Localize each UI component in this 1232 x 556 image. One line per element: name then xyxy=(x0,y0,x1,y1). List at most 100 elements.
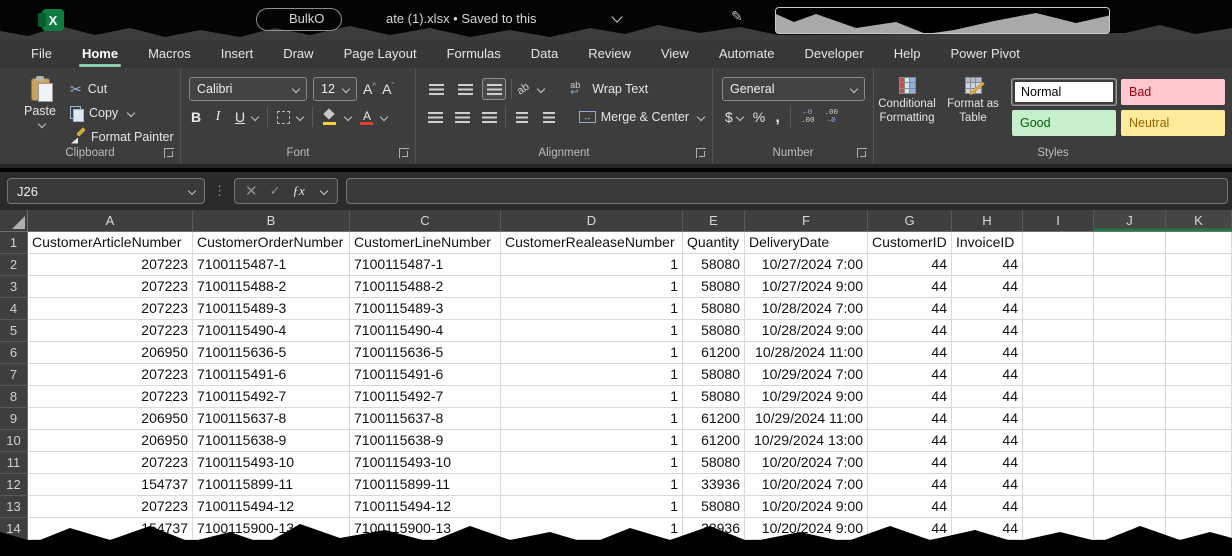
cell-G11[interactable]: 44 xyxy=(868,452,952,474)
cell-I10[interactable] xyxy=(1023,430,1094,452)
increase-decimal-button[interactable]: ←0.00 xyxy=(801,109,815,125)
cell-B10[interactable]: 7100115638-9 xyxy=(193,430,350,452)
format-painter-button[interactable]: Format Painter xyxy=(66,126,178,148)
copy-chevron-icon[interactable] xyxy=(127,109,135,117)
tab-developer[interactable]: Developer xyxy=(791,41,876,67)
style-good[interactable]: Good xyxy=(1012,110,1116,136)
cell-J11[interactable] xyxy=(1094,452,1166,474)
cell-K1[interactable] xyxy=(1166,232,1232,254)
cell-C13[interactable]: 7100115494-12 xyxy=(350,496,501,518)
cell-I13[interactable] xyxy=(1023,496,1094,518)
bold-button[interactable]: B xyxy=(189,109,203,125)
cell-D3[interactable]: 1 xyxy=(501,276,683,298)
cell-B7[interactable]: 7100115491-6 xyxy=(193,364,350,386)
font-size-select[interactable]: 12 xyxy=(313,77,357,101)
cell-I12[interactable] xyxy=(1023,474,1094,496)
cell-A13[interactable]: 207223 xyxy=(28,496,193,518)
cell-A6[interactable]: 206950 xyxy=(28,342,193,364)
decrease-decimal-button[interactable]: .00→0 xyxy=(825,109,839,125)
cell-J6[interactable] xyxy=(1094,342,1166,364)
row-header-9[interactable]: 9 xyxy=(0,408,28,430)
cell-J8[interactable] xyxy=(1094,386,1166,408)
style-bad[interactable]: Bad xyxy=(1121,79,1225,105)
column-header-A[interactable]: A xyxy=(28,210,193,232)
cell-H12[interactable]: 44 xyxy=(952,474,1023,496)
cell-F2[interactable]: 10/27/2024 7:00 xyxy=(745,254,868,276)
cell-H6[interactable]: 44 xyxy=(952,342,1023,364)
font-color-icon[interactable]: A xyxy=(360,109,374,125)
cell-F11[interactable]: 10/20/2024 7:00 xyxy=(745,452,868,474)
cell-D4[interactable]: 1 xyxy=(501,298,683,320)
italic-button[interactable]: I xyxy=(212,109,224,125)
style-neutral[interactable]: Neutral xyxy=(1121,110,1225,136)
cell-J3[interactable] xyxy=(1094,276,1166,298)
column-header-D[interactable]: D xyxy=(501,210,683,232)
cell-I7[interactable] xyxy=(1023,364,1094,386)
cell-K10[interactable] xyxy=(1166,430,1232,452)
cell-B9[interactable]: 7100115637-8 xyxy=(193,408,350,430)
cell-F4[interactable]: 10/28/2024 7:00 xyxy=(745,298,868,320)
cell-J13[interactable] xyxy=(1094,496,1166,518)
name-box[interactable]: J26 xyxy=(7,178,205,204)
cell-G13[interactable]: 44 xyxy=(868,496,952,518)
number-dialog-launcher-icon[interactable] xyxy=(857,148,867,158)
cell-D8[interactable]: 1 xyxy=(501,386,683,408)
cell-I3[interactable] xyxy=(1023,276,1094,298)
cell-E9[interactable]: 61200 xyxy=(683,408,745,430)
search-box[interactable] xyxy=(775,7,1110,34)
cell-F6[interactable]: 10/28/2024 11:00 xyxy=(745,342,868,364)
cell-G7[interactable]: 44 xyxy=(868,364,952,386)
underline-button[interactable]: U xyxy=(233,109,247,125)
cell-K5[interactable] xyxy=(1166,320,1232,342)
cell-C3[interactable]: 7100115488-2 xyxy=(350,276,501,298)
cell-E1[interactable]: Quantity xyxy=(683,232,745,254)
cut-button[interactable]: ✂ Cut xyxy=(66,78,178,100)
cell-I1[interactable] xyxy=(1023,232,1094,254)
font-name-select[interactable]: Calibri xyxy=(189,77,307,101)
cell-I5[interactable] xyxy=(1023,320,1094,342)
cell-B13[interactable]: 7100115494-12 xyxy=(193,496,350,518)
copy-button[interactable]: Copy xyxy=(66,102,178,124)
align-left-button[interactable] xyxy=(424,106,446,128)
cell-I6[interactable] xyxy=(1023,342,1094,364)
cell-G8[interactable]: 44 xyxy=(868,386,952,408)
tab-power-pivot[interactable]: Power Pivot xyxy=(937,41,1032,67)
tab-page-layout[interactable]: Page Layout xyxy=(331,41,430,67)
column-header-K[interactable]: K xyxy=(1166,210,1232,232)
cell-K4[interactable] xyxy=(1166,298,1232,320)
style-normal[interactable]: Normal xyxy=(1012,79,1116,105)
cell-F12[interactable]: 10/20/2024 7:00 xyxy=(745,474,868,496)
cell-A2[interactable]: 207223 xyxy=(28,254,193,276)
column-header-C[interactable]: C xyxy=(350,210,501,232)
row-header-5[interactable]: 5 xyxy=(0,320,28,342)
cell-I2[interactable] xyxy=(1023,254,1094,276)
paste-chevron-icon[interactable] xyxy=(38,120,46,128)
cell-C8[interactable]: 7100115492-7 xyxy=(350,386,501,408)
cell-C1[interactable]: CustomerLineNumber xyxy=(350,232,501,254)
fill-color-icon[interactable] xyxy=(322,109,338,125)
tab-draw[interactable]: Draw xyxy=(270,41,326,67)
cell-B2[interactable]: 7100115487-1 xyxy=(193,254,350,276)
cell-F10[interactable]: 10/29/2024 13:00 xyxy=(745,430,868,452)
cell-A9[interactable]: 206950 xyxy=(28,408,193,430)
cell-C6[interactable]: 7100115636-5 xyxy=(350,342,501,364)
cell-A8[interactable]: 207223 xyxy=(28,386,193,408)
cell-F13[interactable]: 10/20/2024 9:00 xyxy=(745,496,868,518)
row-header-8[interactable]: 8 xyxy=(0,386,28,408)
tab-macros[interactable]: Macros xyxy=(135,41,204,67)
cell-G9[interactable]: 44 xyxy=(868,408,952,430)
cell-E7[interactable]: 58080 xyxy=(683,364,745,386)
cell-K7[interactable] xyxy=(1166,364,1232,386)
cell-H2[interactable]: 44 xyxy=(952,254,1023,276)
cell-B6[interactable]: 7100115636-5 xyxy=(193,342,350,364)
cell-D1[interactable]: CustomerRealeaseNumber xyxy=(501,232,683,254)
insert-function-icon[interactable]: ƒx xyxy=(292,183,304,199)
cell-J7[interactable] xyxy=(1094,364,1166,386)
cell-H10[interactable]: 44 xyxy=(952,430,1023,452)
cell-A7[interactable]: 207223 xyxy=(28,364,193,386)
cell-H5[interactable]: 44 xyxy=(952,320,1023,342)
middle-align-button[interactable] xyxy=(453,78,477,100)
cell-G4[interactable]: 44 xyxy=(868,298,952,320)
cell-A1[interactable]: CustomerArticleNumber xyxy=(28,232,193,254)
cell-H8[interactable]: 44 xyxy=(952,386,1023,408)
